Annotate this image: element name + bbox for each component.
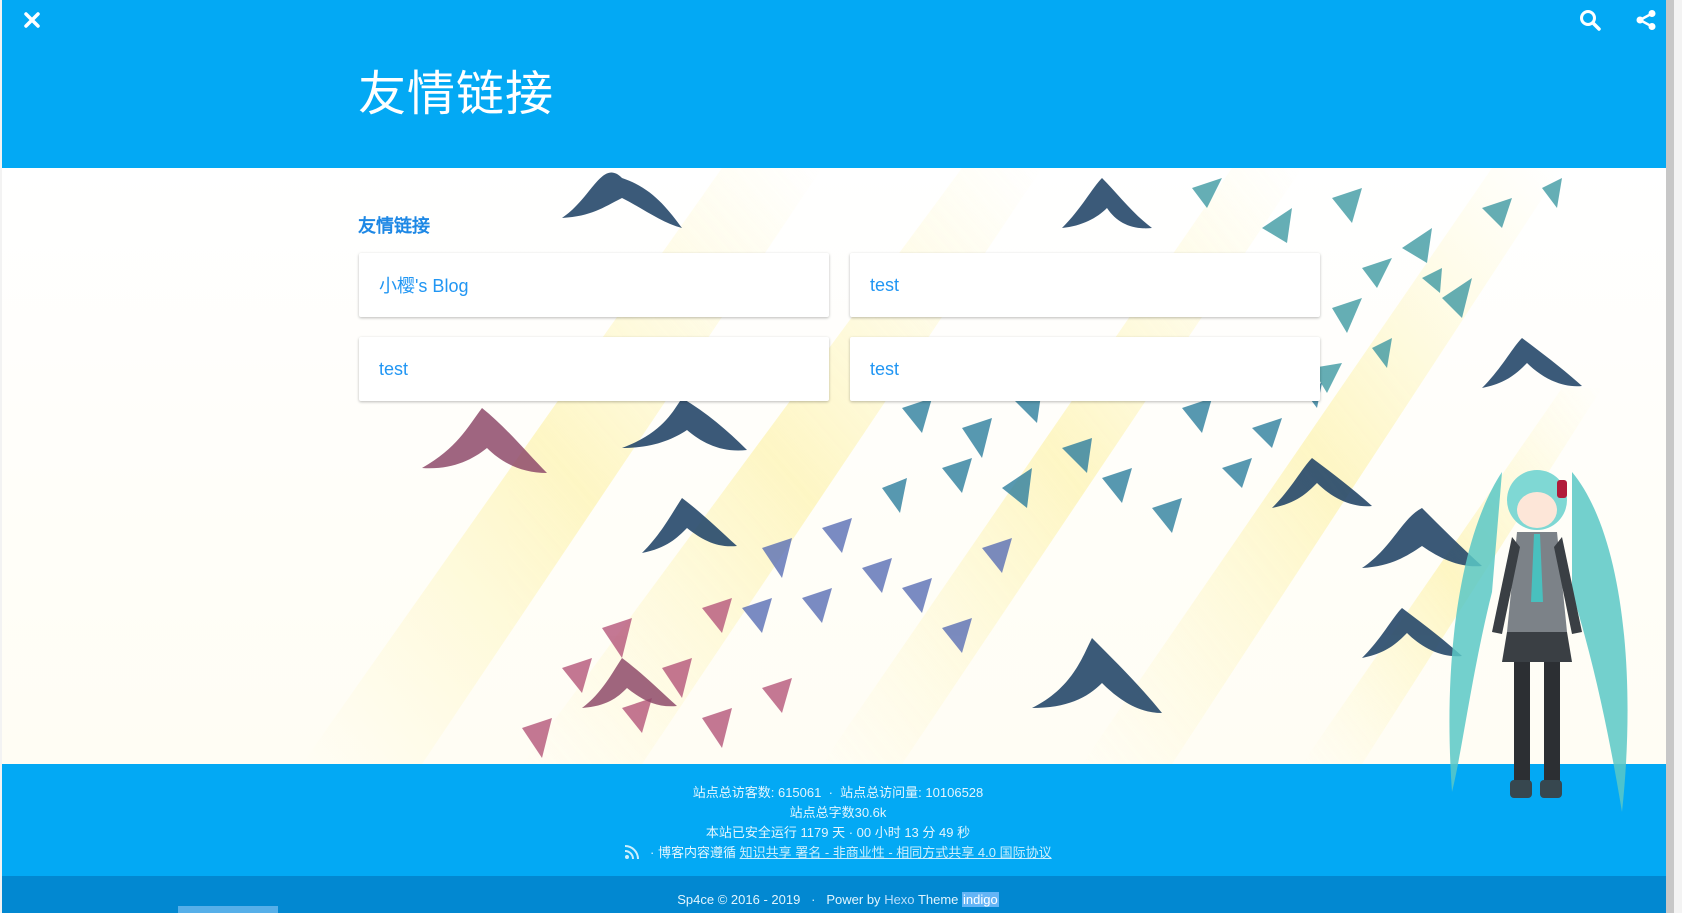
pageviews-count: 10106528 [925, 785, 984, 800]
tab-indicator [178, 906, 278, 913]
search-icon [1580, 10, 1601, 31]
license-link[interactable]: 知识共享 署名 - 非商业性 - 相同方式共享 4.0 国际协议 [740, 845, 1052, 860]
separator: · [811, 892, 816, 907]
friend-link-card[interactable]: 小樱's Blog [359, 253, 829, 317]
friend-link-label[interactable]: 小樱's Blog [379, 272, 468, 298]
header: 友情链接 [2, 0, 1674, 168]
separator: · [828, 785, 833, 800]
license-line: · 博客内容遵循 知识共享 署名 - 非商业性 - 相同方式共享 4.0 国际协… [2, 842, 1674, 863]
close-button[interactable] [14, 2, 50, 38]
friend-link-card[interactable]: test [359, 337, 829, 401]
visitors-count: 615061 [777, 785, 822, 800]
visitors-label: 站点总访客数: [692, 785, 775, 800]
friend-link-card[interactable]: test [850, 253, 1320, 317]
scrollbar-thumb[interactable] [1666, 0, 1674, 913]
share-icon [1636, 10, 1656, 30]
mascot-character-image [1449, 470, 1628, 812]
friend-link-label[interactable]: test [870, 359, 899, 380]
page: 友情链接 友情链接 小樱's Blog test test test 站点总访客… [2, 0, 1674, 913]
friend-link-label[interactable]: test [870, 275, 899, 296]
section-title: 友情链接 [358, 216, 430, 236]
power-by-label: Power by [826, 892, 881, 907]
hexo-link[interactable]: Hexo [884, 892, 914, 907]
search-button[interactable] [1572, 2, 1608, 38]
copyright: Sp4ce © 2016 - 2019 [677, 892, 801, 907]
theme-link[interactable]: indigo [962, 892, 999, 907]
theme-label: Theme [917, 892, 959, 907]
page-title: 友情链接 [358, 68, 555, 121]
friend-link-card[interactable]: test [850, 337, 1320, 401]
friend-link-label[interactable]: test [379, 359, 408, 380]
license-prefix: · 博客内容遵循 [650, 845, 736, 860]
share-button[interactable] [1628, 2, 1664, 38]
pageviews-label: 站点总访问量: [840, 785, 922, 800]
close-icon [24, 12, 40, 28]
rss-icon[interactable] [624, 844, 640, 863]
